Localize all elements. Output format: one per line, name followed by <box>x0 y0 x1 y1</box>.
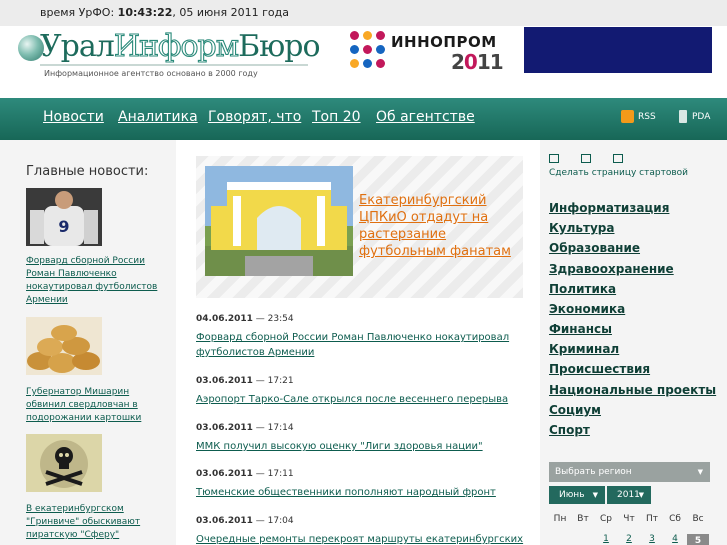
calendar-day[interactable]: 1 <box>595 534 617 544</box>
category-national-projects[interactable]: Национальные проекты <box>549 383 716 397</box>
category-finance[interactable]: Финансы <box>549 322 612 336</box>
category-sport[interactable]: Спорт <box>549 423 590 437</box>
top-news-heading: Главные новости: <box>26 164 149 179</box>
category-education[interactable]: Образование <box>549 241 640 255</box>
region-select[interactable]: Выбрать регион ▼ <box>549 462 710 482</box>
month-select[interactable]: Июнь ▼ <box>549 486 605 504</box>
server-time-bar: время УрФО: 10:43:22, 05 июня 2011 года <box>0 0 727 26</box>
news-thumb-football[interactable]: 9 <box>26 188 102 246</box>
news-headline[interactable]: Очередные ремонты перекроят маршруты ека… <box>196 532 526 545</box>
category-incidents[interactable]: Происшествия <box>549 362 650 376</box>
category-crime[interactable]: Криминал <box>549 342 619 356</box>
category-culture[interactable]: Культура <box>549 221 614 235</box>
pda-link[interactable]: PDA <box>679 110 710 123</box>
make-start-page-link[interactable]: Сделать страницу стартовой <box>549 168 688 178</box>
chevron-down-icon: ▼ <box>697 468 703 476</box>
news-item: 04.06.2011 — 23:54 Форвард сборной Росси… <box>196 314 526 360</box>
main-nav: Новости Аналитика Говорят, что Топ 20 Об… <box>0 98 727 140</box>
featured-headline[interactable]: Екатеринбургский ЦПКиО отдадут на растер… <box>359 192 517 260</box>
time-label: время УрФО: <box>40 6 115 19</box>
banner-dark-panel <box>524 27 712 73</box>
year-select[interactable]: 2011 ▼ <box>607 486 651 504</box>
sitemap-icon[interactable] <box>613 154 623 163</box>
site-tagline: Информационное агентство основано в 2000… <box>44 69 258 78</box>
phone-icon <box>679 110 687 123</box>
news-headline[interactable]: ММК получил высокую оценку "Лиги здоровь… <box>196 439 526 454</box>
news-timestamp: 04.06.2011 — 23:54 <box>196 314 294 324</box>
category-economy[interactable]: Экономика <box>549 302 625 316</box>
svg-text:9: 9 <box>58 217 69 236</box>
innoprom-logo-icon <box>350 31 386 69</box>
chevron-down-icon: ▼ <box>592 491 598 499</box>
category-healthcare[interactable]: Здравоохранение <box>549 262 674 276</box>
news-item: 03.06.2011 — 17:14 ММК получил высокую о… <box>196 423 526 454</box>
calendar-day[interactable]: 4 <box>664 534 686 544</box>
rss-icon <box>621 110 634 123</box>
news-thumb-piracy[interactable] <box>26 434 102 492</box>
news-item: 03.06.2011 — 17:11 Тюменские общественни… <box>196 469 526 500</box>
logo-text: УралИнформБюро <box>40 29 321 64</box>
news-timestamp: 03.06.2011 — 17:04 <box>196 516 294 526</box>
category-society[interactable]: Социум <box>549 403 601 417</box>
news-timestamp: 03.06.2011 — 17:11 <box>196 469 294 479</box>
news-item: 03.06.2011 — 17:04 Очередные ремонты пер… <box>196 516 526 545</box>
nav-top20[interactable]: Топ 20 <box>312 109 361 125</box>
calendar-day-today[interactable]: 5 <box>687 534 709 545</box>
nav-rumors[interactable]: Говорят, что <box>208 109 301 125</box>
rss-link[interactable]: RSS <box>621 110 656 123</box>
home-icon[interactable] <box>549 154 559 163</box>
featured-story: Екатеринбургский ЦПКиО отдадут на растер… <box>196 156 523 298</box>
news-headline[interactable]: Аэропорт Тарко-Сале открылся после весен… <box>196 392 526 407</box>
calendar-day[interactable]: 2 <box>618 534 640 544</box>
featured-image-park-gate[interactable] <box>205 166 353 276</box>
nav-about[interactable]: Об агентстве <box>376 109 475 125</box>
banner-title: ИННОПРОМ <box>391 33 497 51</box>
category-politics[interactable]: Политика <box>549 282 616 296</box>
news-headline[interactable]: Тюменские общественники пополняют народн… <box>196 485 526 500</box>
news-timestamp: 03.06.2011 — 17:21 <box>196 376 294 386</box>
news-item: 03.06.2011 — 17:21 Аэропорт Тарко-Сале о… <box>196 376 526 407</box>
mail-icon[interactable] <box>581 154 591 163</box>
calendar-day[interactable]: 3 <box>641 534 663 544</box>
chevron-down-icon: ▼ <box>638 491 644 499</box>
nav-news[interactable]: Новости <box>43 109 104 125</box>
date-value: , 05 июня 2011 года <box>172 6 289 19</box>
logo-underline <box>40 64 308 66</box>
innoprom-banner[interactable]: ИННОПРОМ 2011 <box>347 27 712 74</box>
news-timestamp: 03.06.2011 — 17:14 <box>196 423 294 433</box>
news-caption-potatoes[interactable]: Губернатор Мишарин обвинил свердловчан в… <box>26 386 166 425</box>
utility-icons <box>549 154 645 166</box>
news-thumb-potatoes[interactable] <box>26 317 102 375</box>
news-headline[interactable]: Форвард сборной России Роман Павлюченко … <box>196 330 526 360</box>
category-informatization[interactable]: Информатизация <box>549 201 669 215</box>
news-caption-football[interactable]: Форвард сборной России Роман Павлюченко … <box>26 255 166 307</box>
news-caption-piracy[interactable]: В екатеринбургском "Гринвиче" обыскивают… <box>26 503 166 542</box>
time-value: 10:43:22 <box>117 6 173 19</box>
banner-year: 2011 <box>451 50 504 74</box>
nav-analytics[interactable]: Аналитика <box>118 109 198 125</box>
